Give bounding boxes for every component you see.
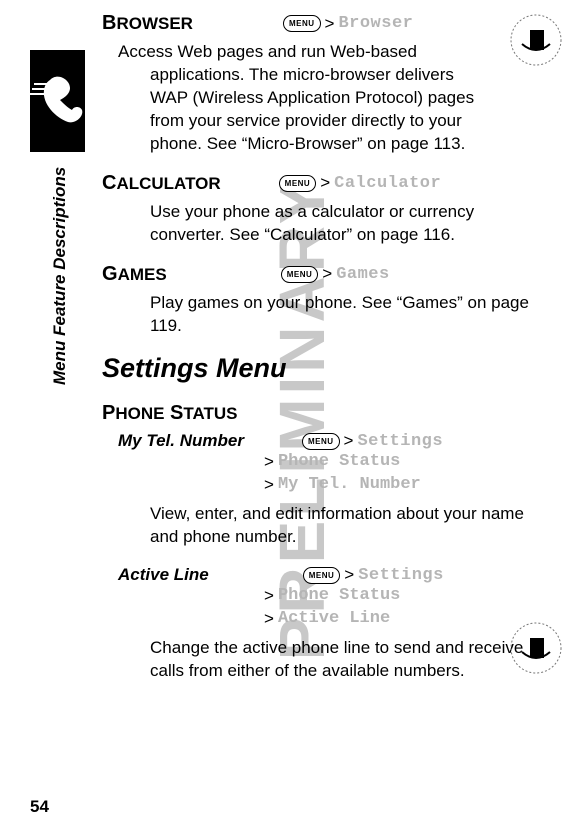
feature-mytel-desc: View, enter, and edit information about … — [102, 503, 552, 549]
menu-button-icon: MENU — [303, 567, 341, 584]
path-token: Calculator — [334, 174, 441, 193]
breadcrumb-calculator: MENU > Calculator — [279, 173, 442, 193]
feature-browser-header: BROWSER MENU > Browser — [102, 12, 552, 35]
feature-browser-desc: Access Web pages and run Web-based appli… — [102, 41, 552, 156]
feature-calculator-header: CALCULATOR MENU > Calculator — [102, 172, 552, 195]
feature-name-games: GAMES — [102, 263, 167, 286]
feature-name-activeline: Active Line — [102, 565, 209, 585]
feature-calculator-desc: Use your phone as a calculator or curren… — [102, 201, 552, 247]
breadcrumb-browser: MENU > Browser — [283, 14, 413, 34]
menu-button-icon: MENU — [281, 266, 319, 283]
path-token: Phone Status — [278, 451, 400, 474]
breadcrumb-mytel-2: > Phone Status — [102, 451, 552, 474]
feature-activeline-header: Active Line MENU > Settings — [102, 565, 552, 585]
feature-activeline-desc: Change the active phone line to send and… — [102, 637, 552, 683]
menu-button-icon: MENU — [302, 433, 340, 450]
breadcrumb-games: MENU > Games — [281, 264, 390, 284]
network-dependent-badge-icon — [510, 14, 562, 66]
path-token: Active Line — [278, 608, 390, 631]
feature-name-calculator: CALCULATOR — [102, 172, 221, 195]
feature-name-browser: BROWSER — [102, 12, 193, 35]
breadcrumb-mytel-1: MENU > Settings — [302, 431, 443, 451]
sidebar-section-label: Menu Feature Descriptions — [50, 167, 70, 385]
menu-button-icon: MENU — [279, 175, 317, 192]
path-token: Phone Status — [278, 585, 400, 608]
path-token: Games — [336, 265, 390, 284]
subhead-phone-status: PHONE STATUS — [102, 402, 552, 425]
feature-games-header: GAMES MENU > Games — [102, 263, 552, 286]
path-token: Settings — [357, 432, 443, 451]
breadcrumb-mytel-3: > My Tel. Number — [102, 474, 552, 497]
feature-games-desc: Play games on your phone. See “Games” on… — [102, 292, 552, 338]
sidebar-phone-icon — [30, 50, 85, 152]
breadcrumb-activeline-2: > Phone Status — [102, 585, 552, 608]
breadcrumb-activeline-1: MENU > Settings — [303, 565, 444, 585]
breadcrumb-activeline-3: > Active Line — [102, 608, 552, 631]
feature-name-mytel: My Tel. Number — [102, 431, 244, 451]
page-number: 54 — [30, 797, 49, 817]
path-token: My Tel. Number — [278, 474, 421, 497]
main-content: BROWSER MENU > Browser Access Web pages … — [102, 8, 552, 699]
path-token: Browser — [338, 14, 413, 33]
path-token: Settings — [358, 566, 444, 585]
network-dependent-badge-icon — [510, 622, 562, 674]
menu-button-icon: MENU — [283, 15, 321, 32]
section-title-settings: Settings Menu — [102, 353, 552, 384]
feature-mytel-header: My Tel. Number MENU > Settings — [102, 431, 552, 451]
